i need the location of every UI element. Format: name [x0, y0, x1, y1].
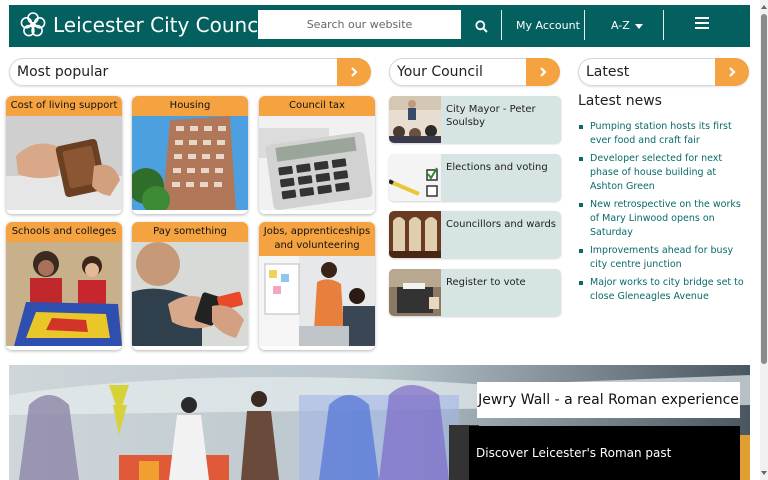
- site-header: Leicester City Council My Account A-Z: [9, 5, 750, 47]
- council-item-label: Councillors and wards: [446, 219, 557, 230]
- news-list: Pumping station hosts its first ever foo…: [578, 120, 748, 308]
- tile-label: Cost of living support: [6, 96, 122, 116]
- council-chamber-photo: [389, 211, 441, 258]
- council-item-label: City Mayor - Peter Soulsby: [446, 104, 536, 128]
- tower-block-photo: [132, 116, 248, 214]
- latest-heading: Latest: [586, 64, 630, 80]
- latest-news-heading: Latest news: [578, 93, 662, 109]
- banner-title[interactable]: Jewry Wall - a real Roman experience: [477, 382, 740, 418]
- search-button[interactable]: [461, 5, 501, 47]
- news-link[interactable]: Pumping station hosts its first ever foo…: [578, 120, 748, 148]
- council-item-elections[interactable]: Elections and voting: [389, 154, 561, 201]
- office-meeting-photo: [259, 256, 375, 346]
- az-label: A-Z: [611, 19, 630, 32]
- wallet-photo: [6, 116, 122, 210]
- header-divider: [663, 10, 664, 40]
- search-input[interactable]: [258, 10, 461, 39]
- tile-label: Pay something: [132, 222, 248, 242]
- council-item-councillors[interactable]: Councillors and wards: [389, 211, 561, 258]
- news-link[interactable]: Developer selected for next phase of hou…: [578, 152, 748, 194]
- latest-header[interactable]: Latest: [578, 58, 749, 86]
- council-item-label: Elections and voting: [446, 162, 548, 173]
- tile-schools[interactable]: Schools and colleges: [6, 222, 122, 350]
- chevron-right-icon[interactable]: [337, 58, 371, 86]
- scroll-up-arrow-icon[interactable]: [760, 3, 768, 11]
- phone-payment-photo: [132, 242, 248, 346]
- tile-cost-of-living[interactable]: Cost of living support: [6, 96, 122, 214]
- site-title[interactable]: Leicester City Council: [53, 11, 269, 39]
- calculator-photo: [259, 116, 375, 210]
- council-item-city-mayor[interactable]: City Mayor - Peter Soulsby: [389, 96, 561, 143]
- banner-subtitle[interactable]: Discover Leicester's Roman past: [469, 426, 740, 480]
- tile-label: Jobs, apprenticeships and volunteering: [259, 222, 375, 256]
- chevron-right-icon[interactable]: [715, 58, 749, 86]
- tile-council-tax[interactable]: Council tax: [259, 96, 375, 214]
- ballot-box-photo: [389, 269, 441, 316]
- my-account-link[interactable]: My Account: [516, 5, 580, 47]
- news-link[interactable]: Major works to city bridge set to close …: [578, 276, 748, 304]
- mayor-photo: [389, 96, 441, 143]
- caret-down-icon: [634, 23, 643, 29]
- hamburger-menu-icon[interactable]: [695, 17, 709, 31]
- your-council-header[interactable]: Your Council: [389, 58, 560, 86]
- tile-jobs[interactable]: Jobs, apprenticeships and volunteering: [259, 222, 375, 350]
- az-menu-button[interactable]: A-Z: [611, 5, 643, 47]
- council-item-label: Register to vote: [446, 277, 526, 288]
- council-item-register[interactable]: Register to vote: [389, 269, 561, 316]
- scroll-down-arrow-icon[interactable]: [760, 469, 768, 477]
- tile-label: Council tax: [259, 96, 375, 116]
- search-icon: [474, 19, 488, 33]
- tile-label: Housing: [132, 96, 248, 116]
- tile-label: Schools and colleges: [6, 222, 122, 242]
- header-divider: [501, 10, 502, 40]
- scrollbar-thumb[interactable]: [761, 14, 767, 364]
- school-children-photo: [6, 242, 122, 346]
- most-popular-heading: Most popular: [17, 64, 109, 80]
- tile-housing[interactable]: Housing: [132, 96, 248, 214]
- council-logo-icon[interactable]: [19, 11, 47, 39]
- tile-pay-something[interactable]: Pay something: [132, 222, 248, 350]
- chevron-right-icon[interactable]: [526, 58, 560, 86]
- header-divider: [584, 10, 585, 40]
- ballot-checklist-photo: [389, 154, 441, 201]
- news-link[interactable]: New retrospective on the works of Mary L…: [578, 198, 748, 240]
- news-link[interactable]: Improvements ahead for busy city centre …: [578, 244, 748, 272]
- most-popular-header[interactable]: Most popular: [9, 58, 371, 86]
- your-council-heading: Your Council: [397, 64, 483, 80]
